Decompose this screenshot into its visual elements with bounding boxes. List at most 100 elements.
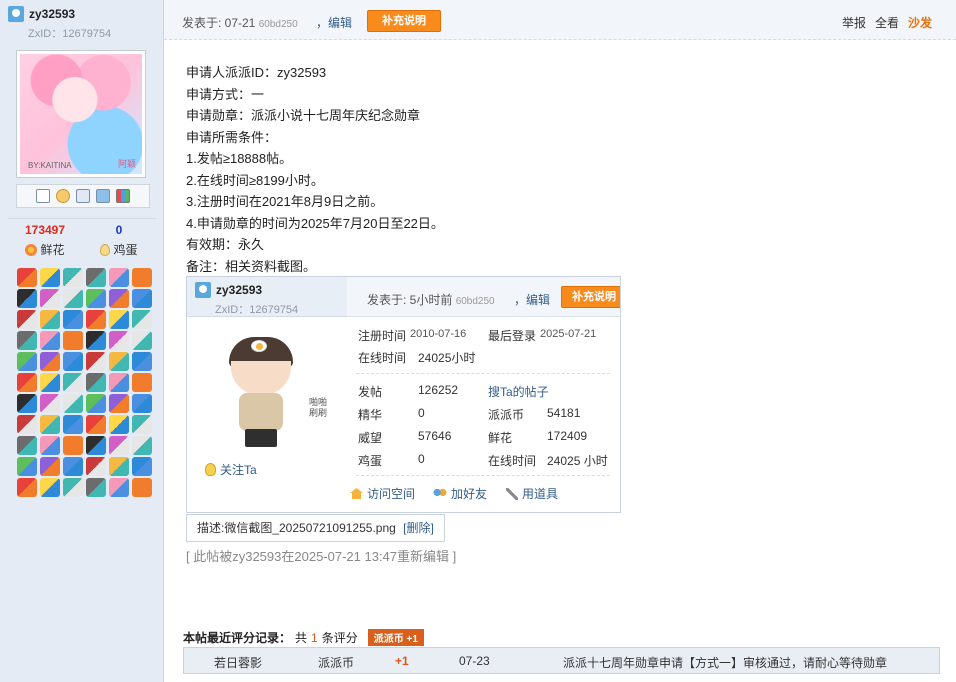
medal-icon[interactable] [109,373,129,392]
medal-icon[interactable] [40,331,60,350]
profile-icon[interactable] [76,189,90,203]
medal-icon[interactable] [86,457,106,476]
medal-icon[interactable] [17,331,37,350]
medal-icon[interactable] [109,415,129,434]
attached-screenshot[interactable]: zy32593 ZxID：12679754 啪啪 刷刷 关注Ta 发表于: 5小… [186,276,621,513]
avatar[interactable]: BY:KAITINA 阿颖 [16,50,146,178]
medal-icon[interactable] [63,436,83,455]
flowers-count: 173497 [24,223,66,237]
attachment-delete-link[interactable]: [删除] [403,521,434,535]
view-all-link[interactable]: 全看 [875,14,899,31]
medal-icon[interactable] [40,394,60,413]
eggs-stat[interactable]: 0 鸡蛋 [82,223,156,258]
medal-icon[interactable] [132,352,152,371]
sofa-floor-label[interactable]: 沙发 [908,14,932,31]
medal-icon[interactable] [109,478,129,497]
medal-icon[interactable] [17,373,37,392]
medal-icon[interactable] [109,352,129,371]
medal-icon[interactable] [40,415,60,434]
post-actions: 举报 全看 沙发 [842,14,932,31]
medal-icon[interactable] [132,457,152,476]
card-eggs-value: 0 [418,452,425,466]
medal-icon[interactable] [63,352,83,371]
medal-icon[interactable] [17,310,37,329]
medal-icon[interactable] [40,268,60,287]
medal-icon[interactable] [86,310,106,329]
bulb-icon [205,463,216,476]
supplement-button[interactable]: 补充说明 [367,10,441,32]
username[interactable]: zy32593 [29,7,75,21]
medal-icon[interactable] [63,310,83,329]
rating-title-mid1: 共 [295,631,308,645]
eggs-label: 鸡蛋 [113,243,138,257]
medal-icon[interactable] [86,268,106,287]
medal-icon[interactable] [86,289,106,308]
medal-icon[interactable] [17,457,37,476]
medal-icon[interactable] [109,394,129,413]
medal-icon[interactable] [17,478,37,497]
card-icon[interactable] [96,189,110,203]
medal-icon[interactable] [63,478,83,497]
medal-icon[interactable] [63,394,83,413]
medal-icon[interactable] [132,289,152,308]
add-friend-icon[interactable] [56,189,70,203]
posts-value: 126252 [418,383,459,397]
medal-icon[interactable] [40,289,60,308]
medal-icon[interactable] [86,352,106,371]
content-line: 2.在线时间≥8199小时。 [186,172,324,188]
medal-icon[interactable] [17,394,37,413]
medal-icon[interactable] [86,415,106,434]
medal-icon[interactable] [132,373,152,392]
medal-icon[interactable] [109,289,129,308]
medal-icon[interactable] [40,457,60,476]
rater-name[interactable]: 若日蓉影 [214,654,262,671]
user-action-icons [16,184,150,208]
medal-icon[interactable] [17,415,37,434]
medal-icon[interactable] [132,436,152,455]
medal-icon[interactable] [17,268,37,287]
username-row[interactable]: zy32593 [8,6,75,22]
medal-icon[interactable] [86,394,106,413]
medal-icon[interactable] [132,331,152,350]
medal-icon[interactable] [63,457,83,476]
edit-link[interactable]: ，编辑 [316,14,352,31]
medal-icon[interactable] [86,436,106,455]
medal-icon[interactable] [40,310,60,329]
coins-value: 54181 [547,406,581,420]
prestige-label: 威望 [358,431,383,445]
medal-icon[interactable] [40,436,60,455]
flowers-stat[interactable]: 173497 鲜花 [8,223,82,258]
report-link[interactable]: 举报 [842,14,866,31]
medal-icon[interactable] [109,268,129,287]
medal-icon[interactable] [17,436,37,455]
message-icon[interactable] [36,189,50,203]
medal-icon[interactable] [40,373,60,392]
medal-icon[interactable] [109,436,129,455]
card-user-column: zy32593 ZxID：12679754 啪啪 刷刷 关注Ta [187,277,347,512]
medal-icon[interactable] [132,310,152,329]
blocks-icon[interactable] [116,189,130,203]
medal-icon[interactable] [63,331,83,350]
medal-icon[interactable] [86,331,106,350]
medal-icon[interactable] [109,331,129,350]
medal-icon[interactable] [17,352,37,371]
medal-icon[interactable] [63,289,83,308]
medal-icon[interactable] [40,478,60,497]
medal-icon[interactable] [63,373,83,392]
medal-icon[interactable] [86,373,106,392]
medal-icon[interactable] [63,415,83,434]
medal-icon[interactable] [109,310,129,329]
medal-icon[interactable] [132,268,152,287]
medal-icon[interactable] [86,478,106,497]
medal-icon[interactable] [109,457,129,476]
medal-icon[interactable] [132,478,152,497]
user-icon [195,282,211,298]
online-value: 24025小时 [418,351,476,365]
medal-icon[interactable] [63,268,83,287]
online2-value: 24025 小时 [547,454,608,468]
medal-icon[interactable] [40,352,60,371]
medal-icon[interactable] [132,394,152,413]
medal-icon[interactable] [132,415,152,434]
medal-icon[interactable] [17,289,37,308]
medal-grid [17,268,152,497]
